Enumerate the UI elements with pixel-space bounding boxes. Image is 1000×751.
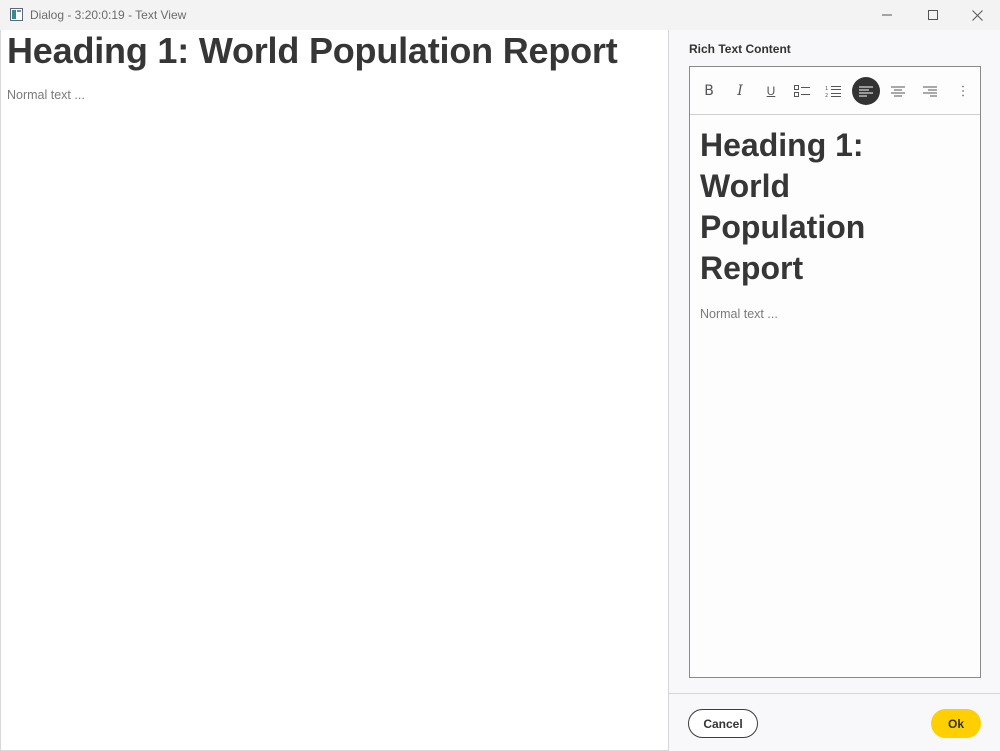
align-left-button[interactable] bbox=[852, 77, 880, 105]
text-preview-pane: Heading 1: World Population Report Norma… bbox=[0, 30, 668, 751]
italic-icon: I bbox=[737, 83, 743, 99]
align-center-icon bbox=[891, 86, 905, 96]
editor-toolbar: B I U 1 2 bbox=[690, 67, 980, 115]
editor-heading: Heading 1: World Population Report bbox=[700, 127, 866, 286]
align-right-button[interactable] bbox=[916, 77, 944, 105]
numbered-list-button[interactable]: 1 2 bbox=[819, 77, 847, 105]
align-left-icon bbox=[859, 86, 873, 96]
preview-normal-text: Normal text ... bbox=[7, 88, 85, 102]
close-icon bbox=[971, 9, 983, 21]
underline-button[interactable]: U bbox=[757, 77, 785, 105]
bold-button[interactable]: B bbox=[695, 77, 723, 105]
editor-normal-text: Normal text ... bbox=[700, 307, 778, 321]
cancel-button[interactable]: Cancel bbox=[688, 709, 758, 738]
numbered-list-icon: 1 2 bbox=[825, 85, 841, 98]
rich-text-panel: Rich Text Content B I U 1 2 Heading 1: W… bbox=[669, 30, 1000, 751]
align-center-button[interactable] bbox=[884, 77, 912, 105]
bullet-list-icon bbox=[794, 85, 810, 97]
rich-text-editor[interactable]: B I U 1 2 Heading 1: World Population Re… bbox=[689, 66, 981, 678]
title-bar: Dialog - 3:20:0:19 - Text View bbox=[0, 0, 1000, 30]
bullet-list-button[interactable] bbox=[788, 77, 816, 105]
underline-icon: U bbox=[766, 84, 776, 98]
minimize-button[interactable] bbox=[864, 0, 910, 30]
more-options-button[interactable] bbox=[949, 77, 977, 105]
ok-button[interactable]: Ok bbox=[931, 709, 981, 738]
bold-icon: B bbox=[704, 83, 714, 99]
maximize-icon bbox=[928, 10, 938, 20]
rich-text-label: Rich Text Content bbox=[689, 42, 791, 56]
minimize-icon bbox=[882, 14, 892, 16]
align-right-icon bbox=[923, 86, 937, 96]
editor-content[interactable]: Heading 1: World Population Report Norma… bbox=[700, 125, 970, 321]
window-title: Dialog - 3:20:0:19 - Text View bbox=[30, 8, 187, 22]
svg-text:2: 2 bbox=[825, 93, 828, 98]
maximize-button[interactable] bbox=[910, 0, 956, 30]
more-options-icon bbox=[962, 85, 964, 97]
app-window-icon bbox=[10, 8, 23, 21]
italic-button[interactable]: I bbox=[726, 77, 754, 105]
close-button[interactable] bbox=[954, 0, 1000, 30]
footer-divider bbox=[669, 693, 1000, 694]
preview-heading: Heading 1: World Population Report bbox=[7, 30, 618, 71]
svg-text:1: 1 bbox=[825, 86, 828, 92]
